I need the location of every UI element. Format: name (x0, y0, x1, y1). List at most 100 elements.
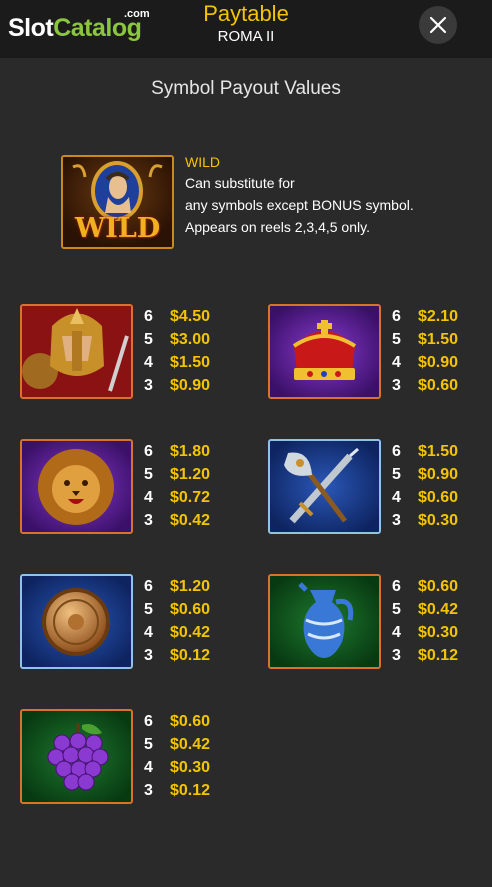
payout-row: 3 $0.12 (392, 644, 458, 667)
payout-row: 5 $0.60 (144, 598, 210, 621)
symbol-tile (20, 574, 133, 669)
symbol-vase: 6 $0.60 5 $0.42 4 $0.30 3 $0.12 (268, 574, 492, 669)
wild-desc-line-2: any symbols except BONUS symbol. (185, 197, 414, 213)
payout-value: $0.42 (170, 624, 211, 641)
payout-value: $1.50 (170, 354, 211, 371)
symbol-axe-sword: 6 $1.50 5 $0.90 4 $0.60 3 $0.30 (268, 439, 492, 534)
close-icon (429, 16, 447, 34)
payout-row: 6 $4.50 (144, 305, 210, 328)
payout-value: $1.50 (418, 331, 459, 348)
payout-row: 4 $0.30 (392, 621, 458, 644)
payout-value: $1.80 (170, 443, 211, 460)
symbol-count: 5 (392, 601, 401, 618)
payout-row: 4 $0.72 (144, 486, 210, 509)
axe-sword-icon (270, 441, 379, 532)
symbol-shield: 6 $1.20 5 $0.60 4 $0.42 3 $0.12 (20, 574, 245, 669)
payout-row: 3 $0.12 (144, 644, 210, 667)
symbol-count: 3 (392, 512, 401, 529)
section-title: Symbol Payout Values (151, 78, 341, 99)
symbol-count: 4 (144, 624, 153, 641)
symbol-count: 6 (144, 443, 153, 460)
payout-row: 6 $0.60 (144, 710, 210, 733)
payout-row: 6 $0.60 (392, 575, 458, 598)
payout-value: $0.42 (418, 601, 459, 618)
symbol-count: 6 (392, 308, 401, 325)
header-bar: SlotCatalog .com Paytable ROMA II (0, 0, 492, 58)
payout-value: $0.12 (418, 647, 459, 664)
symbol-count: 6 (144, 713, 153, 730)
payout-row: 5 $0.42 (144, 733, 210, 756)
payout-table: 6 $4.50 5 $3.00 4 $1.50 3 $0.90 (144, 305, 210, 397)
symbol-tile (268, 439, 381, 534)
symbol-tile (20, 709, 133, 804)
payout-table: 6 $1.50 5 $0.90 4 $0.60 3 $0.30 (392, 440, 458, 532)
symbol-count: 4 (392, 624, 401, 641)
crown-icon (270, 306, 379, 397)
payout-value: $0.60 (418, 377, 459, 394)
payout-row: 4 $0.60 (392, 486, 458, 509)
symbol-count: 4 (144, 354, 153, 371)
symbol-tile (268, 574, 381, 669)
payout-table: 6 $2.10 5 $1.50 4 $0.90 3 $0.60 (392, 305, 458, 397)
payout-value: $0.42 (170, 512, 211, 529)
symbol-count: 6 (392, 578, 401, 595)
payout-value: $0.72 (170, 489, 211, 506)
wild-symbol-tile: WILD (61, 155, 174, 249)
payout-value: $4.50 (170, 308, 211, 325)
payout-value: $3.00 (170, 331, 211, 348)
symbol-count: 6 (144, 578, 153, 595)
shield-icon (22, 576, 131, 667)
payout-row: 4 $1.50 (144, 351, 210, 374)
symbol-count: 3 (144, 782, 153, 799)
payout-row: 5 $1.20 (144, 463, 210, 486)
payout-value: $1.20 (170, 466, 211, 483)
payout-value: $0.90 (418, 466, 459, 483)
payout-row: 5 $3.00 (144, 328, 210, 351)
payout-row: 3 $0.42 (144, 509, 210, 532)
payout-row: 3 $0.12 (144, 779, 210, 802)
payout-value: $0.12 (170, 647, 211, 664)
payout-row: 3 $0.30 (392, 509, 458, 532)
wild-name: WILD (185, 154, 220, 170)
symbol-count: 3 (144, 377, 153, 394)
payout-row: 6 $1.50 (392, 440, 458, 463)
payout-value: $2.10 (418, 308, 459, 325)
symbol-count: 5 (144, 466, 153, 483)
symbol-count: 3 (144, 647, 153, 664)
symbol-count: 5 (144, 736, 153, 753)
payout-value: $0.60 (170, 713, 211, 730)
payout-value: $1.20 (170, 578, 211, 595)
payout-row: 4 $0.30 (144, 756, 210, 779)
payout-row: 4 $0.42 (144, 621, 210, 644)
payout-value: $0.12 (170, 782, 211, 799)
symbol-crown: 6 $2.10 5 $1.50 4 $0.90 3 $0.60 (268, 304, 492, 399)
symbol-count: 4 (144, 759, 153, 776)
payout-table: 6 $0.60 5 $0.42 4 $0.30 3 $0.12 (144, 710, 210, 802)
gladiator-icon (22, 306, 131, 397)
symbol-count: 6 (392, 443, 401, 460)
close-button[interactable] (419, 6, 457, 44)
payout-row: 6 $1.80 (144, 440, 210, 463)
symbol-count: 5 (392, 466, 401, 483)
symbol-count: 5 (144, 331, 153, 348)
payout-row: 3 $0.90 (144, 374, 210, 397)
symbol-count: 3 (392, 647, 401, 664)
symbol-count: 5 (392, 331, 401, 348)
wild-desc-line-1: Can substitute for (185, 175, 295, 191)
payout-value: $0.30 (170, 759, 211, 776)
payout-table: 6 $1.20 5 $0.60 4 $0.42 3 $0.12 (144, 575, 210, 667)
symbol-count: 4 (392, 489, 401, 506)
symbol-count: 4 (144, 489, 153, 506)
payout-row: 6 $1.20 (144, 575, 210, 598)
payout-value: $0.30 (418, 512, 459, 529)
payout-value: $1.50 (418, 443, 459, 460)
payout-table: 6 $0.60 5 $0.42 4 $0.30 3 $0.12 (392, 575, 458, 667)
symbol-count: 4 (392, 354, 401, 371)
vase-icon (270, 576, 379, 667)
wild-info: WILD Can substitute for any symbols exce… (185, 152, 485, 238)
payout-value: $0.60 (170, 601, 211, 618)
payout-value: $0.60 (418, 578, 459, 595)
payout-value: $0.42 (170, 736, 211, 753)
game-name: ROMA II (217, 28, 275, 45)
wild-desc-line-3: Appears on reels 2,3,4,5 only. (185, 219, 370, 235)
